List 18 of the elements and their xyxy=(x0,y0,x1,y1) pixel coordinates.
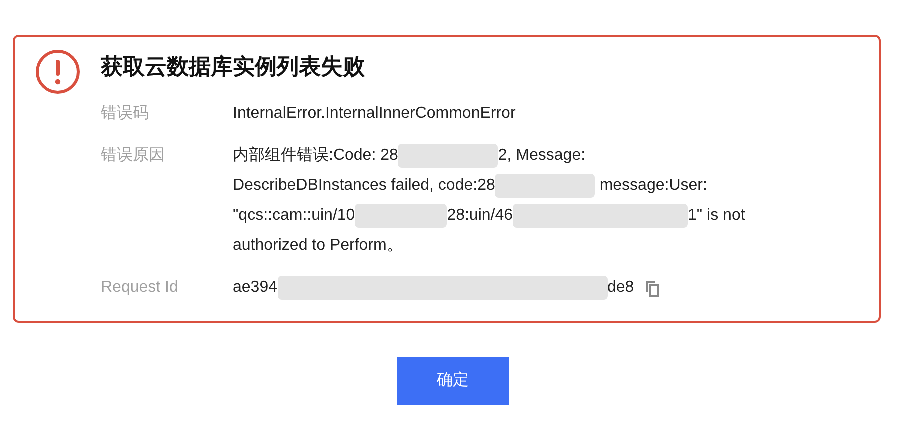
field-value: 28:uin/46 xyxy=(447,206,514,226)
field-value: 内部组件错误:Code: 28 xyxy=(233,146,398,166)
dialog-title: 获取云数据库实例列表失败 xyxy=(101,53,366,81)
warning-icon xyxy=(35,49,81,95)
confirm-button[interactable]: 确定 xyxy=(397,357,509,405)
field-value: 1" is not xyxy=(688,206,746,226)
field-value: InternalError.InternalInnerCommonError xyxy=(233,104,516,124)
field-value: ae394 xyxy=(233,278,278,298)
field-value: de8 xyxy=(608,278,634,298)
field-label: 错误码 xyxy=(101,104,150,124)
field-value: DescribeDBInstances failed, code:28 xyxy=(233,176,496,196)
field-label: 错误原因 xyxy=(101,146,166,166)
field-value: "qcs::cam::uin/10 xyxy=(233,206,356,226)
field-value: authorized to Perform。 xyxy=(233,236,403,256)
field-label: Request Id xyxy=(101,278,180,298)
field-value: message:User: xyxy=(598,176,708,196)
copy-icon[interactable] xyxy=(644,280,660,296)
field-value: 2, Message: xyxy=(498,146,586,166)
